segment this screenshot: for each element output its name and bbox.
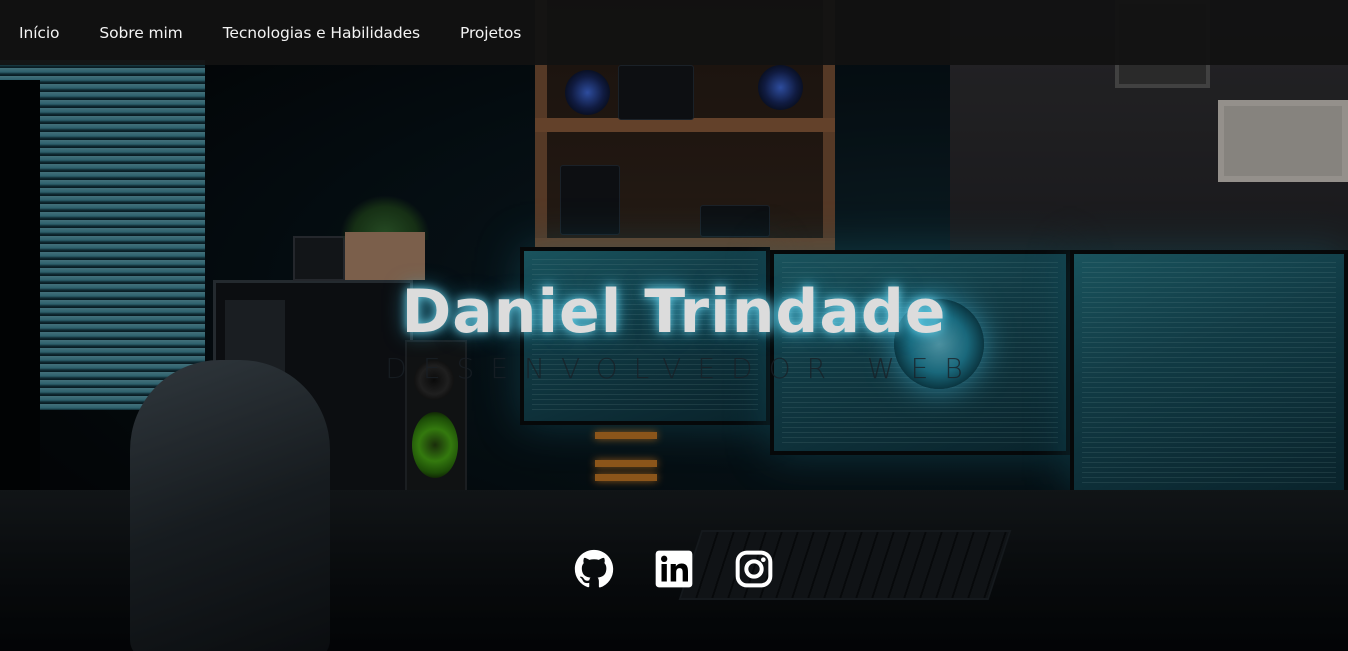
hero-subtitle: DESENVOLVEDOR WEB bbox=[385, 352, 979, 385]
linkedin-icon bbox=[655, 550, 693, 588]
navbar: Início Sobre mim Tecnologias e Habilidad… bbox=[0, 0, 1348, 65]
nav-link-sobre-mim[interactable]: Sobre mim bbox=[99, 24, 182, 42]
hero-section: Daniel Trindade DESENVOLVEDOR WEB bbox=[0, 65, 1348, 651]
nav-link-tecnologias[interactable]: Tecnologias e Habilidades bbox=[223, 24, 420, 42]
github-link[interactable] bbox=[574, 549, 614, 589]
nav-link-projetos[interactable]: Projetos bbox=[460, 24, 521, 42]
hero-name: Daniel Trindade bbox=[401, 277, 947, 347]
social-links bbox=[0, 549, 1348, 589]
instagram-icon bbox=[735, 550, 773, 588]
linkedin-link[interactable] bbox=[654, 549, 694, 589]
instagram-link[interactable] bbox=[734, 549, 774, 589]
github-icon bbox=[574, 549, 614, 588]
nav-link-inicio[interactable]: Início bbox=[19, 24, 60, 42]
